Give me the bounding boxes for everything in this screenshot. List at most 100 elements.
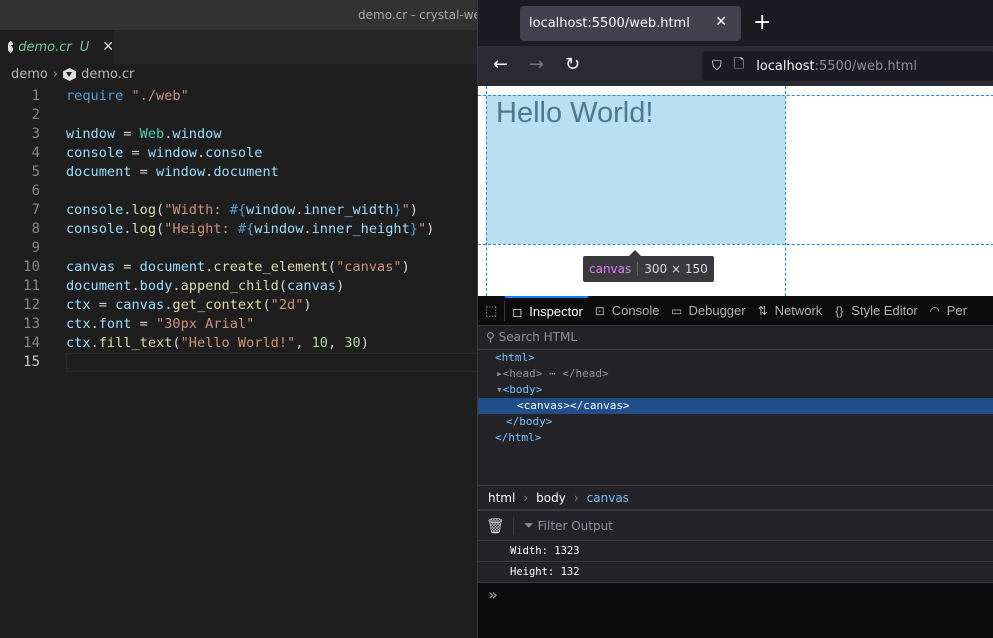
code-token: "Height:	[164, 221, 238, 237]
tree-node-html[interactable]: <html>	[478, 350, 993, 366]
tab-console[interactable]: ⊡ Console	[588, 296, 665, 326]
line-text: canvas = document.create_element("canvas…	[66, 258, 410, 277]
breadcrumb-file[interactable]: demo.cr	[81, 67, 134, 82]
code-token: inner_width	[303, 202, 394, 218]
code-token: canvas	[66, 259, 116, 275]
crumb-canvas[interactable]: canvas	[587, 491, 629, 505]
element-picker-icon[interactable]: ⬚	[478, 300, 506, 321]
tab-performance[interactable]: ◠ Per	[923, 296, 972, 326]
new-tab-button[interactable]: +	[753, 10, 771, 35]
url-path: :5500/web.html	[814, 58, 918, 74]
tree-node-html-close: </html>	[495, 431, 542, 444]
browser-tab[interactable]: localhost:5500/web.html ✕	[520, 6, 741, 41]
url-bar[interactable]: ⛉ 🗋 localhost:5500/web.html	[702, 51, 993, 81]
expand-icon[interactable]: ▸	[496, 367, 503, 380]
line-number: 3	[31, 126, 40, 142]
crumb-html[interactable]: html	[488, 491, 515, 505]
console-icon: ⊡	[594, 303, 605, 318]
trash-icon[interactable]: 🗑	[486, 516, 515, 535]
tab-label: Debugger	[688, 303, 746, 318]
network-icon: ⇅	[757, 303, 768, 318]
code-token: (	[156, 221, 165, 237]
code-token: console	[66, 145, 124, 161]
code-token: }	[393, 202, 402, 218]
code-line[interactable]: 1 require "./web"	[0, 87, 477, 106]
reload-icon[interactable]: ↻	[565, 54, 580, 75]
code-line[interactable]: 10 canvas = document.create_element("canv…	[0, 258, 477, 277]
code-token: )	[401, 259, 410, 275]
tab-label: Console	[611, 303, 660, 318]
tooltip-dims: 300 × 150	[644, 262, 708, 276]
code-token: canvas	[115, 297, 165, 313]
code-line[interactable]: 2	[0, 106, 477, 125]
tree-node-canvas[interactable]: <canvas></canvas>	[478, 398, 993, 414]
crumb-body[interactable]: body	[536, 491, 566, 505]
code-token: canvas	[287, 278, 337, 294]
code-token: .	[90, 316, 99, 332]
ellipsis-badge[interactable]: ⋯	[542, 367, 562, 380]
collapse-icon[interactable]: ▾	[496, 383, 503, 396]
code-line[interactable]: 12 ctx = canvas.get_context("2d")	[0, 296, 477, 315]
code-token: "	[401, 202, 410, 218]
code-token: 30	[344, 335, 361, 351]
code-line[interactable]: 13 ctx.font = "30px Arial"	[0, 315, 477, 334]
back-icon[interactable]: ←	[493, 54, 508, 75]
code-token: window	[254, 221, 304, 237]
code-token: document	[139, 259, 206, 275]
code-line[interactable]: 7 console.log("Width: #{window.inner_widt…	[0, 201, 477, 220]
console-message: Width: 1323	[478, 541, 993, 562]
editor-tab-demo-cr[interactable]: demo.cr U ✕	[0, 30, 114, 64]
line-text: console.log("Width: #{window.inner_width…	[66, 201, 418, 220]
browser-tab-title: localhost:5500/web.html	[529, 16, 690, 31]
tree-node-body[interactable]: ▾<body>	[478, 382, 993, 398]
code-token: (	[262, 297, 271, 313]
inspector-icon: ◻	[512, 304, 523, 319]
console-input[interactable]: »	[478, 583, 993, 638]
code-token: )	[409, 202, 418, 218]
code-token: console	[205, 145, 263, 161]
code-token: inner_height	[311, 221, 410, 237]
code-line[interactable]: 4 console = window.console	[0, 144, 477, 163]
code-token: =	[115, 259, 140, 275]
code-token: =	[131, 164, 157, 180]
code-line[interactable]: 6	[0, 182, 477, 201]
code-line[interactable]: 9	[0, 239, 477, 258]
code-token: .	[131, 278, 140, 294]
code-editor[interactable]: 1 require "./web" 2 3 window = Web.window 4 co…	[0, 87, 477, 372]
tab-inspector[interactable]: ◻ Inspector	[505, 295, 588, 326]
code-line[interactable]: 5 document = window.document	[0, 163, 477, 182]
tree-node-body-close: </body>	[506, 415, 553, 428]
line-number: 12	[23, 297, 40, 313]
code-line[interactable]: 14 ctx.fill_text("Hello World!", 10, 30)	[0, 334, 477, 353]
window-title: demo.cr - crystal-web	[358, 8, 489, 22]
gauge-icon: ◠	[929, 303, 940, 318]
code-token: document	[66, 278, 132, 294]
code-line[interactable]: 3 window = Web.window	[0, 125, 477, 144]
code-token: window	[66, 126, 116, 142]
url-host: localhost	[756, 58, 815, 74]
code-line[interactable]: 11 document.body.append_child(canvas)	[0, 277, 477, 296]
line-number: 6	[31, 183, 40, 199]
code-token: get_context	[172, 297, 263, 313]
shield-icon[interactable]: ⛉	[712, 59, 722, 74]
crystal-file-icon	[63, 68, 77, 81]
code-token: .	[196, 145, 206, 161]
breadcrumb-folder[interactable]: demo	[11, 67, 48, 82]
forward-icon[interactable]: →	[529, 54, 544, 75]
tab-network[interactable]: ⇅ Network	[751, 296, 828, 326]
code-token: (	[278, 278, 288, 294]
tree-node-head[interactable]: ▸<head> ⋯ </head>	[478, 366, 993, 382]
chevron-right-icon: ›	[52, 67, 59, 82]
tab-style-editor[interactable]: {} Style Editor	[827, 296, 922, 326]
untracked-badge: U	[79, 39, 90, 55]
code-line[interactable]: 15	[0, 353, 477, 372]
canvas-element[interactable]: Hello World!	[486, 95, 785, 244]
code-token: document	[213, 164, 279, 180]
filter-output-input[interactable]: Filter Output	[538, 519, 613, 533]
code-line[interactable]: 8 console.log("Height: #{window.inner_hei…	[0, 220, 477, 239]
tab-debugger[interactable]: ▭ Debugger	[664, 296, 750, 326]
close-tab-icon[interactable]: ✕	[102, 39, 114, 55]
line-number: 5	[31, 164, 40, 180]
close-tab-icon[interactable]: ✕	[715, 14, 727, 30]
search-html-input[interactable]: ⚲ Search HTML	[478, 326, 993, 350]
